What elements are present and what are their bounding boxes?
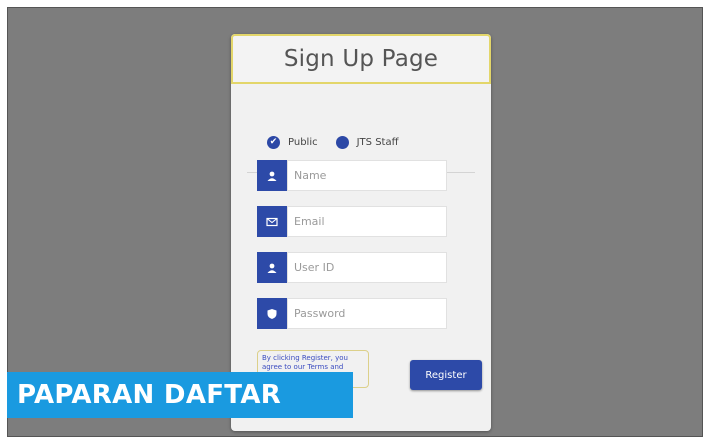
user-icon (257, 160, 287, 191)
email-field: Email (257, 206, 447, 237)
name-input[interactable]: Name (287, 160, 447, 191)
email-input[interactable]: Email (287, 206, 447, 237)
caption-text: PAPARAN DAFTAR (17, 380, 282, 410)
title-bar: Sign Up Page (231, 34, 491, 84)
user-icon (257, 252, 287, 283)
name-field: Name (257, 160, 447, 191)
email-icon (257, 206, 287, 237)
user-id-field: User ID (257, 252, 447, 283)
password-field: Password (257, 298, 447, 329)
register-button[interactable]: Register (410, 360, 482, 390)
check-icon: ✔ (269, 137, 278, 147)
user-type-radio-group: ✔ Public JTS Staff (267, 136, 416, 149)
radio-jts-staff-label: JTS Staff (356, 137, 399, 148)
radio-public-label: Public (288, 137, 318, 148)
shield-icon (257, 298, 287, 329)
radio-public[interactable]: ✔ (267, 136, 280, 149)
caption-banner: PAPARAN DAFTAR (7, 372, 353, 418)
radio-jts-staff[interactable] (335, 136, 349, 149)
password-input[interactable]: Password (287, 298, 447, 329)
page-title: Sign Up Page (283, 46, 439, 72)
screenshot-frame: Sign Up Page ✔ Public JTS Staff Name Ema… (0, 0, 706, 442)
user-id-input[interactable]: User ID (287, 252, 447, 283)
